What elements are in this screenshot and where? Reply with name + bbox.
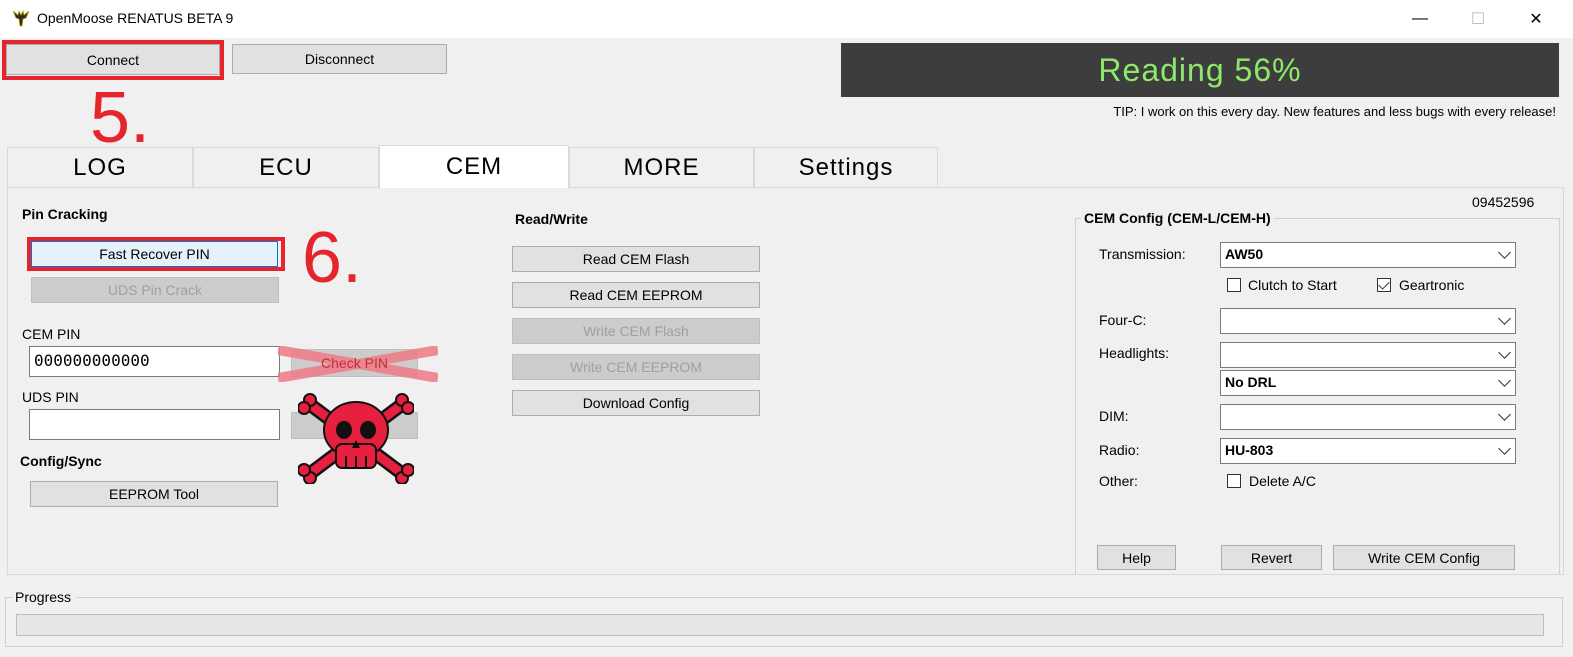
cem-pin-label: CEM PIN [22,326,81,342]
read-cem-flash-button[interactable]: Read CEM Flash [512,246,760,272]
other-label: Other: [1099,473,1138,489]
chevron-down-icon [1498,312,1511,325]
pin-cracking-heading: Pin Cracking [22,206,108,222]
read-cem-eeprom-button[interactable]: Read CEM EEPROM [512,282,760,308]
clutch-to-start-label: Clutch to Start [1248,277,1337,293]
geartronic-label: Geartronic [1399,277,1465,293]
progress-group-border-right [76,597,1563,598]
tab-ecu[interactable]: ECU [193,147,379,187]
annotation-step-6: 6. [302,218,363,298]
config-sync-heading: Config/Sync [20,453,102,469]
delete-ac-checkbox[interactable] [1227,474,1241,488]
write-cem-eeprom-button[interactable]: Write CEM EEPROM [512,354,760,380]
moose-app-icon [12,9,30,27]
maximize-button[interactable]: ☐ [1455,0,1501,38]
drl-select[interactable]: No DRL [1220,370,1516,396]
check-pin-label: Check PIN [321,355,388,371]
status-text: Reading 56% [1098,51,1302,88]
cem-part-number: 09452596 [1472,194,1535,210]
radio-label: Radio: [1099,442,1140,458]
cem-config-group [1075,218,1560,575]
transmission-select[interactable]: AW50 [1220,242,1516,268]
radio-select[interactable]: HU-803 [1220,438,1516,464]
headlights-select[interactable] [1220,342,1516,368]
uds-pin-input[interactable] [29,409,280,440]
cem-pin-input[interactable]: 000000000000 [29,346,280,377]
chevron-down-icon [1498,408,1511,421]
annotation-step-5: 5. [90,78,151,158]
progress-bar [16,614,1544,636]
chevron-down-icon [1498,374,1511,387]
tab-settings[interactable]: Settings [754,147,938,187]
four-c-label: Four-C: [1099,312,1147,328]
tab-cem[interactable]: CEM [379,145,569,188]
annotation-box-fast-recover [27,237,285,271]
uds-pin-label: UDS PIN [22,389,79,405]
annotation-box-connect [2,40,224,80]
transmission-value: AW50 [1225,246,1264,262]
chevron-down-icon [1498,442,1511,455]
skull-crossbones-icon [298,393,414,484]
progress-label: Progress [15,589,72,605]
tab-more[interactable]: MORE [569,147,754,187]
dim-select[interactable] [1220,404,1516,430]
check-pin-button[interactable]: Check PIN [278,346,438,382]
download-config-button[interactable]: Download Config [512,390,760,416]
tip-text: TIP: I work on this every day. New featu… [1113,104,1556,119]
disconnect-button[interactable]: Disconnect [232,44,447,74]
chevron-down-icon [1498,246,1511,259]
cem-config-title: CEM Config (CEM-L/CEM-H) [1081,210,1274,226]
revert-button[interactable]: Revert [1221,545,1322,570]
minimize-button[interactable]: — [1397,0,1443,38]
window-title: OpenMoose RENATUS BETA 9 [37,10,234,26]
progress-group-border-left [5,597,13,598]
geartronic-checkbox[interactable] [1377,278,1391,292]
tab-log[interactable]: LOG [7,147,193,187]
write-cem-flash-button[interactable]: Write CEM Flash [512,318,760,344]
four-c-select[interactable] [1220,308,1516,334]
status-panel: Reading 56% [841,43,1559,97]
clutch-to-start-checkbox[interactable] [1227,278,1241,292]
write-cem-config-button[interactable]: Write CEM Config [1333,545,1515,570]
headlights-label: Headlights: [1099,345,1170,361]
uds-pin-crack-button[interactable]: UDS Pin Crack [31,277,279,303]
drl-value: No DRL [1225,374,1277,390]
radio-value: HU-803 [1225,442,1274,458]
transmission-label: Transmission: [1099,246,1186,262]
delete-ac-label: Delete A/C [1249,473,1316,489]
eeprom-tool-button[interactable]: EEPROM Tool [30,481,278,507]
chevron-down-icon [1498,346,1511,359]
read-write-heading: Read/Write [515,211,588,227]
close-button[interactable]: ✕ [1513,0,1559,38]
dim-label: DIM: [1099,408,1129,424]
title-bar: OpenMoose RENATUS BETA 9 — ☐ ✕ [0,0,1573,38]
help-button[interactable]: Help [1097,545,1176,570]
